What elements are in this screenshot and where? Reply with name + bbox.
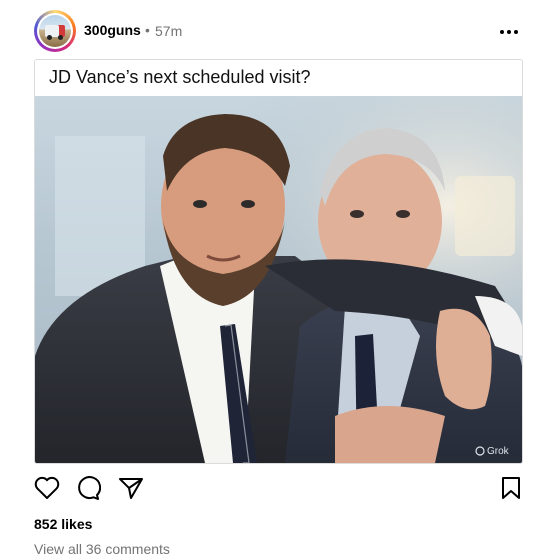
more-horizontal-icon[interactable] bbox=[500, 30, 518, 34]
image-caption: JD Vance’s next scheduled visit? bbox=[49, 67, 311, 87]
image-caption-bar: JD Vance’s next scheduled visit? bbox=[35, 60, 522, 96]
photo-illustration: Grok bbox=[35, 96, 522, 463]
timestamp[interactable]: 57m bbox=[155, 23, 182, 39]
watermark-text: Grok bbox=[487, 446, 510, 457]
separator-dot: • bbox=[145, 22, 150, 38]
post-media: JD Vance’s next scheduled visit? Grok bbox=[34, 59, 523, 464]
like-count[interactable]: 852 likes bbox=[34, 516, 92, 532]
avatar[interactable] bbox=[34, 10, 76, 52]
post-header: 300guns • 57m bbox=[34, 10, 522, 52]
username[interactable]: 300guns bbox=[84, 22, 141, 38]
heart-icon[interactable] bbox=[34, 476, 60, 500]
bookmark-icon[interactable] bbox=[500, 476, 522, 500]
post-photo[interactable]: Grok bbox=[35, 96, 522, 463]
action-bar bbox=[34, 475, 522, 503]
comment-icon[interactable] bbox=[75, 475, 101, 501]
paper-plane-icon[interactable] bbox=[118, 476, 144, 500]
view-comments-link[interactable]: View all 36 comments bbox=[34, 541, 170, 557]
